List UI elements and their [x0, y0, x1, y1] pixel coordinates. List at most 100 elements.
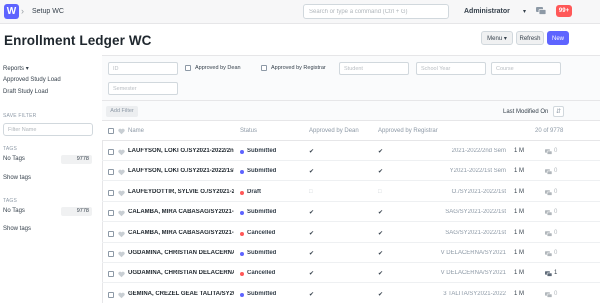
- id-filter-input[interactable]: [109, 63, 177, 74]
- id-filter[interactable]: [108, 62, 178, 75]
- semester-filter[interactable]: [108, 82, 178, 95]
- status-indicator-dot: [240, 150, 244, 154]
- semester-filter-input[interactable]: [109, 83, 177, 94]
- reports-dropdown[interactable]: Reports ▾: [3, 65, 29, 72]
- comment-icon[interactable]: [545, 169, 552, 176]
- user-menu[interactable]: Administrator: [464, 8, 510, 15]
- list-count: 20 of 9778: [535, 128, 564, 134]
- column-approved-dean[interactable]: Approved by Dean: [309, 128, 359, 134]
- select-all-checkbox[interactable]: [108, 128, 114, 134]
- reports-label: Reports: [3, 66, 25, 72]
- modified-time: 1 M: [514, 290, 525, 297]
- status-label: Submitted: [247, 250, 277, 256]
- comment-count: 1: [554, 270, 558, 277]
- row-checkbox[interactable]: [108, 210, 114, 217]
- notification-badge[interactable]: 99+: [556, 5, 572, 17]
- approved-registrar-checkbox[interactable]: [261, 65, 267, 71]
- new-button[interactable]: New: [547, 31, 569, 45]
- comment-icon[interactable]: [545, 189, 552, 196]
- approved-dean-checkbox[interactable]: [185, 65, 191, 71]
- column-status[interactable]: Status: [240, 128, 257, 134]
- row-checkbox[interactable]: [108, 169, 114, 176]
- record-name-link[interactable]: LAUFYSON, LOKI O./SY2021-2022/2nd: [128, 148, 234, 154]
- status-label: Submitted: [247, 290, 277, 297]
- student-filter-input[interactable]: [340, 63, 408, 74]
- modified-time: 1 M: [514, 250, 525, 256]
- row-checkbox[interactable]: [108, 291, 114, 298]
- show-tags-link[interactable]: Show tags: [3, 175, 31, 181]
- sidebar-report-link[interactable]: Approved Study Load: [3, 77, 61, 83]
- check-icon: ✔: [309, 149, 315, 155]
- filter-name-input[interactable]: [4, 124, 92, 135]
- record-name-link[interactable]: LAUFYSON, LOKI O./SY2021-2022/1st: [128, 168, 234, 174]
- sort-order-button[interactable]: ⇵: [553, 106, 564, 117]
- status-label: Cancelled: [247, 270, 276, 277]
- heart-icon[interactable]: [118, 231, 125, 238]
- course-filter-input[interactable]: [492, 63, 560, 74]
- check-icon: ✔: [309, 230, 315, 237]
- heart-icon[interactable]: [118, 251, 125, 258]
- tag-count: 9778: [61, 155, 92, 164]
- sort-selector[interactable]: Last Modified On: [503, 109, 548, 115]
- row-checkbox[interactable]: [108, 149, 114, 155]
- status-label: Cancelled: [247, 229, 276, 236]
- record-name-link[interactable]: CALAMBA, MIRA CABASAG/SY2021-2: [128, 230, 234, 236]
- comment-icon[interactable]: [545, 291, 552, 298]
- comment-icon[interactable]: [545, 230, 552, 237]
- comment-count: 0: [554, 250, 558, 256]
- row-checkbox[interactable]: [108, 189, 114, 196]
- column-approved-registrar[interactable]: Approved by Registrar: [378, 128, 438, 134]
- heart-icon[interactable]: [118, 210, 125, 217]
- sidebar-report-link[interactable]: Draft Study Load: [3, 89, 48, 95]
- school-year-filter[interactable]: [416, 62, 486, 75]
- refresh-button[interactable]: Refresh: [516, 31, 544, 45]
- record-name-link[interactable]: UGDAMINA, CHRISTIAN DELACERNA/: [128, 270, 234, 276]
- comment-icon[interactable]: [545, 251, 552, 257]
- record-ref: SAG/SY2021-2022/1st: [445, 229, 506, 236]
- record-name-link[interactable]: LAUFEYDOTTIR, SYLVIE O./SY2021-2: [128, 189, 234, 195]
- student-filter[interactable]: [339, 62, 409, 75]
- heart-icon[interactable]: [118, 271, 125, 278]
- approved-dean-label: Approved by Dean: [195, 65, 241, 71]
- heart-icon[interactable]: [118, 128, 125, 135]
- comment-icon[interactable]: [545, 271, 552, 278]
- show-tags-link[interactable]: Show tags: [3, 226, 31, 232]
- search-input[interactable]: [304, 5, 448, 18]
- breadcrumb[interactable]: Setup WC: [32, 8, 64, 15]
- course-filter[interactable]: [491, 62, 561, 75]
- filter-name-field[interactable]: [3, 123, 93, 136]
- chat-icon[interactable]: [536, 7, 546, 15]
- heart-icon[interactable]: [118, 149, 125, 156]
- heart-icon[interactable]: [118, 292, 125, 299]
- row-checkbox[interactable]: [108, 271, 114, 278]
- menu-button[interactable]: Menu ▾: [481, 31, 513, 45]
- unchecked-icon: □: [378, 188, 382, 195]
- comment-count: 0: [554, 168, 558, 175]
- heart-icon[interactable]: [118, 190, 125, 197]
- check-icon: ✔: [309, 291, 315, 298]
- no-tags-filter[interactable]: No Tags: [3, 156, 25, 162]
- heart-icon[interactable]: [118, 169, 125, 176]
- row-checkbox[interactable]: [108, 251, 114, 257]
- check-icon: ✔: [378, 210, 384, 217]
- record-name-link[interactable]: GEMINA, CREZEL GEAE TALITA/SY20: [128, 291, 234, 297]
- check-icon: ✔: [309, 169, 315, 176]
- navbar: [0, 0, 600, 24]
- app-logo[interactable]: W: [4, 4, 19, 19]
- tags-heading: TAGS: [3, 198, 18, 204]
- record-name-link[interactable]: UGDAMINA, CHRISTIAN DELACERNA/: [128, 250, 234, 256]
- row-checkbox[interactable]: [108, 230, 114, 237]
- record-ref: 3 TALITA/SY2021-2022: [443, 290, 506, 297]
- no-tags-filter[interactable]: No Tags: [3, 208, 25, 214]
- awesome-bar[interactable]: [303, 4, 449, 19]
- modified-time: 1 M: [514, 209, 525, 216]
- comment-icon[interactable]: [545, 149, 552, 155]
- column-name[interactable]: Name: [128, 128, 144, 134]
- comment-icon[interactable]: [545, 210, 552, 216]
- caret-down-icon[interactable]: ▾: [523, 8, 526, 15]
- school-year-filter-input[interactable]: [417, 63, 485, 74]
- add-filter-button[interactable]: Add Filter: [106, 106, 138, 117]
- record-name-link[interactable]: CALAMBA, MIRA CABASAG/SY2021-2: [128, 209, 234, 215]
- status-indicator-dot: [240, 190, 244, 195]
- check-icon: ✔: [378, 291, 384, 298]
